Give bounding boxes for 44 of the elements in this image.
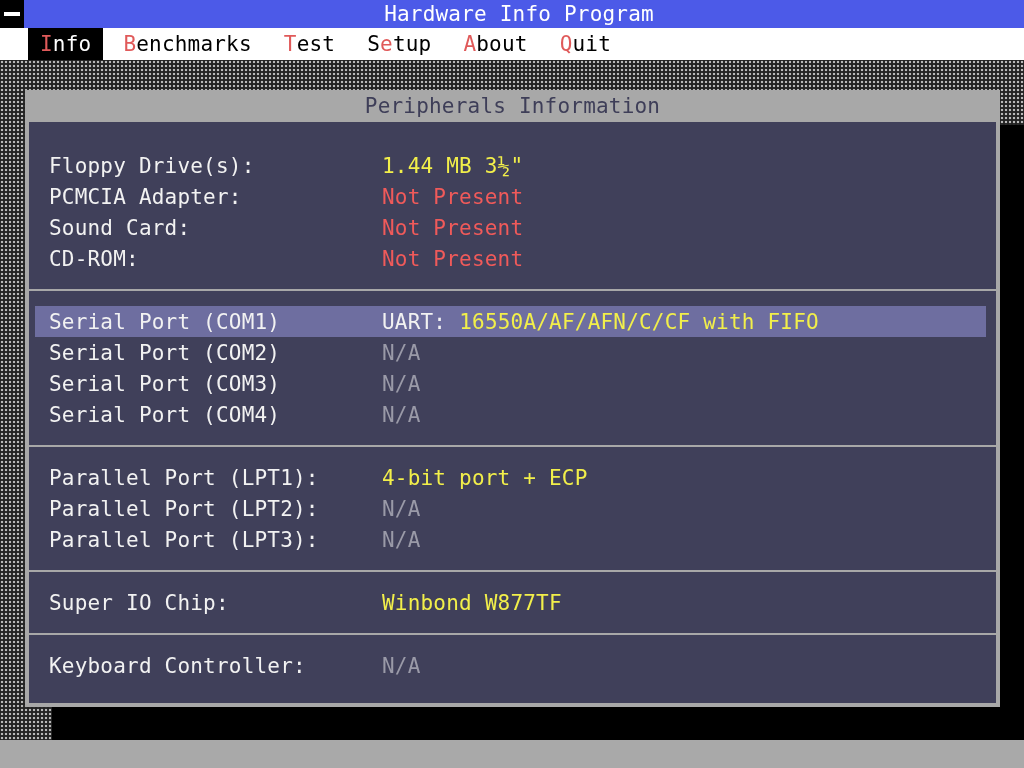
field-label: Parallel Port (LPT3): xyxy=(49,527,320,552)
info-row[interactable]: Super IO Chip: Winbond W877TF xyxy=(35,587,986,618)
info-row[interactable]: Parallel Port (LPT3): N/A xyxy=(35,524,986,555)
info-row[interactable]: Parallel Port (LPT2): N/A xyxy=(35,493,986,524)
field-value: 1.44 MB 3½" xyxy=(382,153,524,178)
field-value: N/A xyxy=(382,496,421,521)
info-row[interactable]: Serial Port (COM3) N/A xyxy=(35,368,986,399)
field-value: N/A xyxy=(382,653,421,678)
field-label: Serial Port (COM3) xyxy=(49,371,282,396)
field-value: N/A xyxy=(382,402,421,427)
field-label: Keyboard Controller: xyxy=(49,653,307,678)
field-value: 4-bit port + ECP xyxy=(382,465,588,490)
field-value: Winbond W877TF xyxy=(382,590,562,615)
info-row[interactable]: Keyboard Controller: N/A xyxy=(35,650,986,681)
field-value: N/A xyxy=(382,371,421,396)
field-label: Serial Port (COM2) xyxy=(49,340,282,365)
field-label: CD-ROM: xyxy=(49,246,140,271)
field-value: Not Present xyxy=(382,246,524,271)
info-row[interactable]: Sound Card: Not Present xyxy=(35,212,986,243)
field-label: Parallel Port (LPT1): xyxy=(49,465,320,490)
field-label: Serial Port (COM1) xyxy=(49,309,282,334)
field-label: PCMCIA Adapter: xyxy=(49,184,243,209)
window-title: Hardware Info Program xyxy=(383,2,655,26)
info-row[interactable]: Serial Port (COM2) N/A xyxy=(35,337,986,368)
field-label: Super IO Chip: xyxy=(49,590,230,615)
info-row[interactable]: CD-ROM: Not Present xyxy=(35,243,986,274)
dialog-title: Peripherals Information xyxy=(25,90,1000,122)
highlighted-row[interactable]: Serial Port (COM1) UART: 16550A/AF/AFN/C/CF with FIFO xyxy=(35,306,986,337)
field-label: Floppy Drive(s): xyxy=(49,153,256,178)
field-value: Not Present xyxy=(382,184,524,209)
info-row[interactable]: PCMCIA Adapter: Not Present xyxy=(35,181,986,212)
menu-item[interactable]: Info xyxy=(28,28,104,60)
field-label: Parallel Port (LPT2): xyxy=(49,496,320,521)
info-row[interactable]: Parallel Port (LPT1): 4-bit port + ECP xyxy=(35,462,986,493)
value-prefix: UART: xyxy=(382,309,447,334)
field-label: Serial Port (COM4) xyxy=(49,402,282,427)
field-value: 16550A/AF/AFN/C/CF with FIFO xyxy=(459,309,819,334)
field-value: Not Present xyxy=(382,215,524,240)
field-value: N/A xyxy=(382,527,421,552)
info-row[interactable]: Floppy Drive(s): 1.44 MB 3½" xyxy=(35,150,986,181)
system-menu-button[interactable] xyxy=(0,0,24,28)
field-value: N/A xyxy=(382,340,421,365)
field-label: Sound Card: xyxy=(49,215,192,240)
info-row[interactable]: Serial Port (COM4) N/A xyxy=(35,399,986,430)
